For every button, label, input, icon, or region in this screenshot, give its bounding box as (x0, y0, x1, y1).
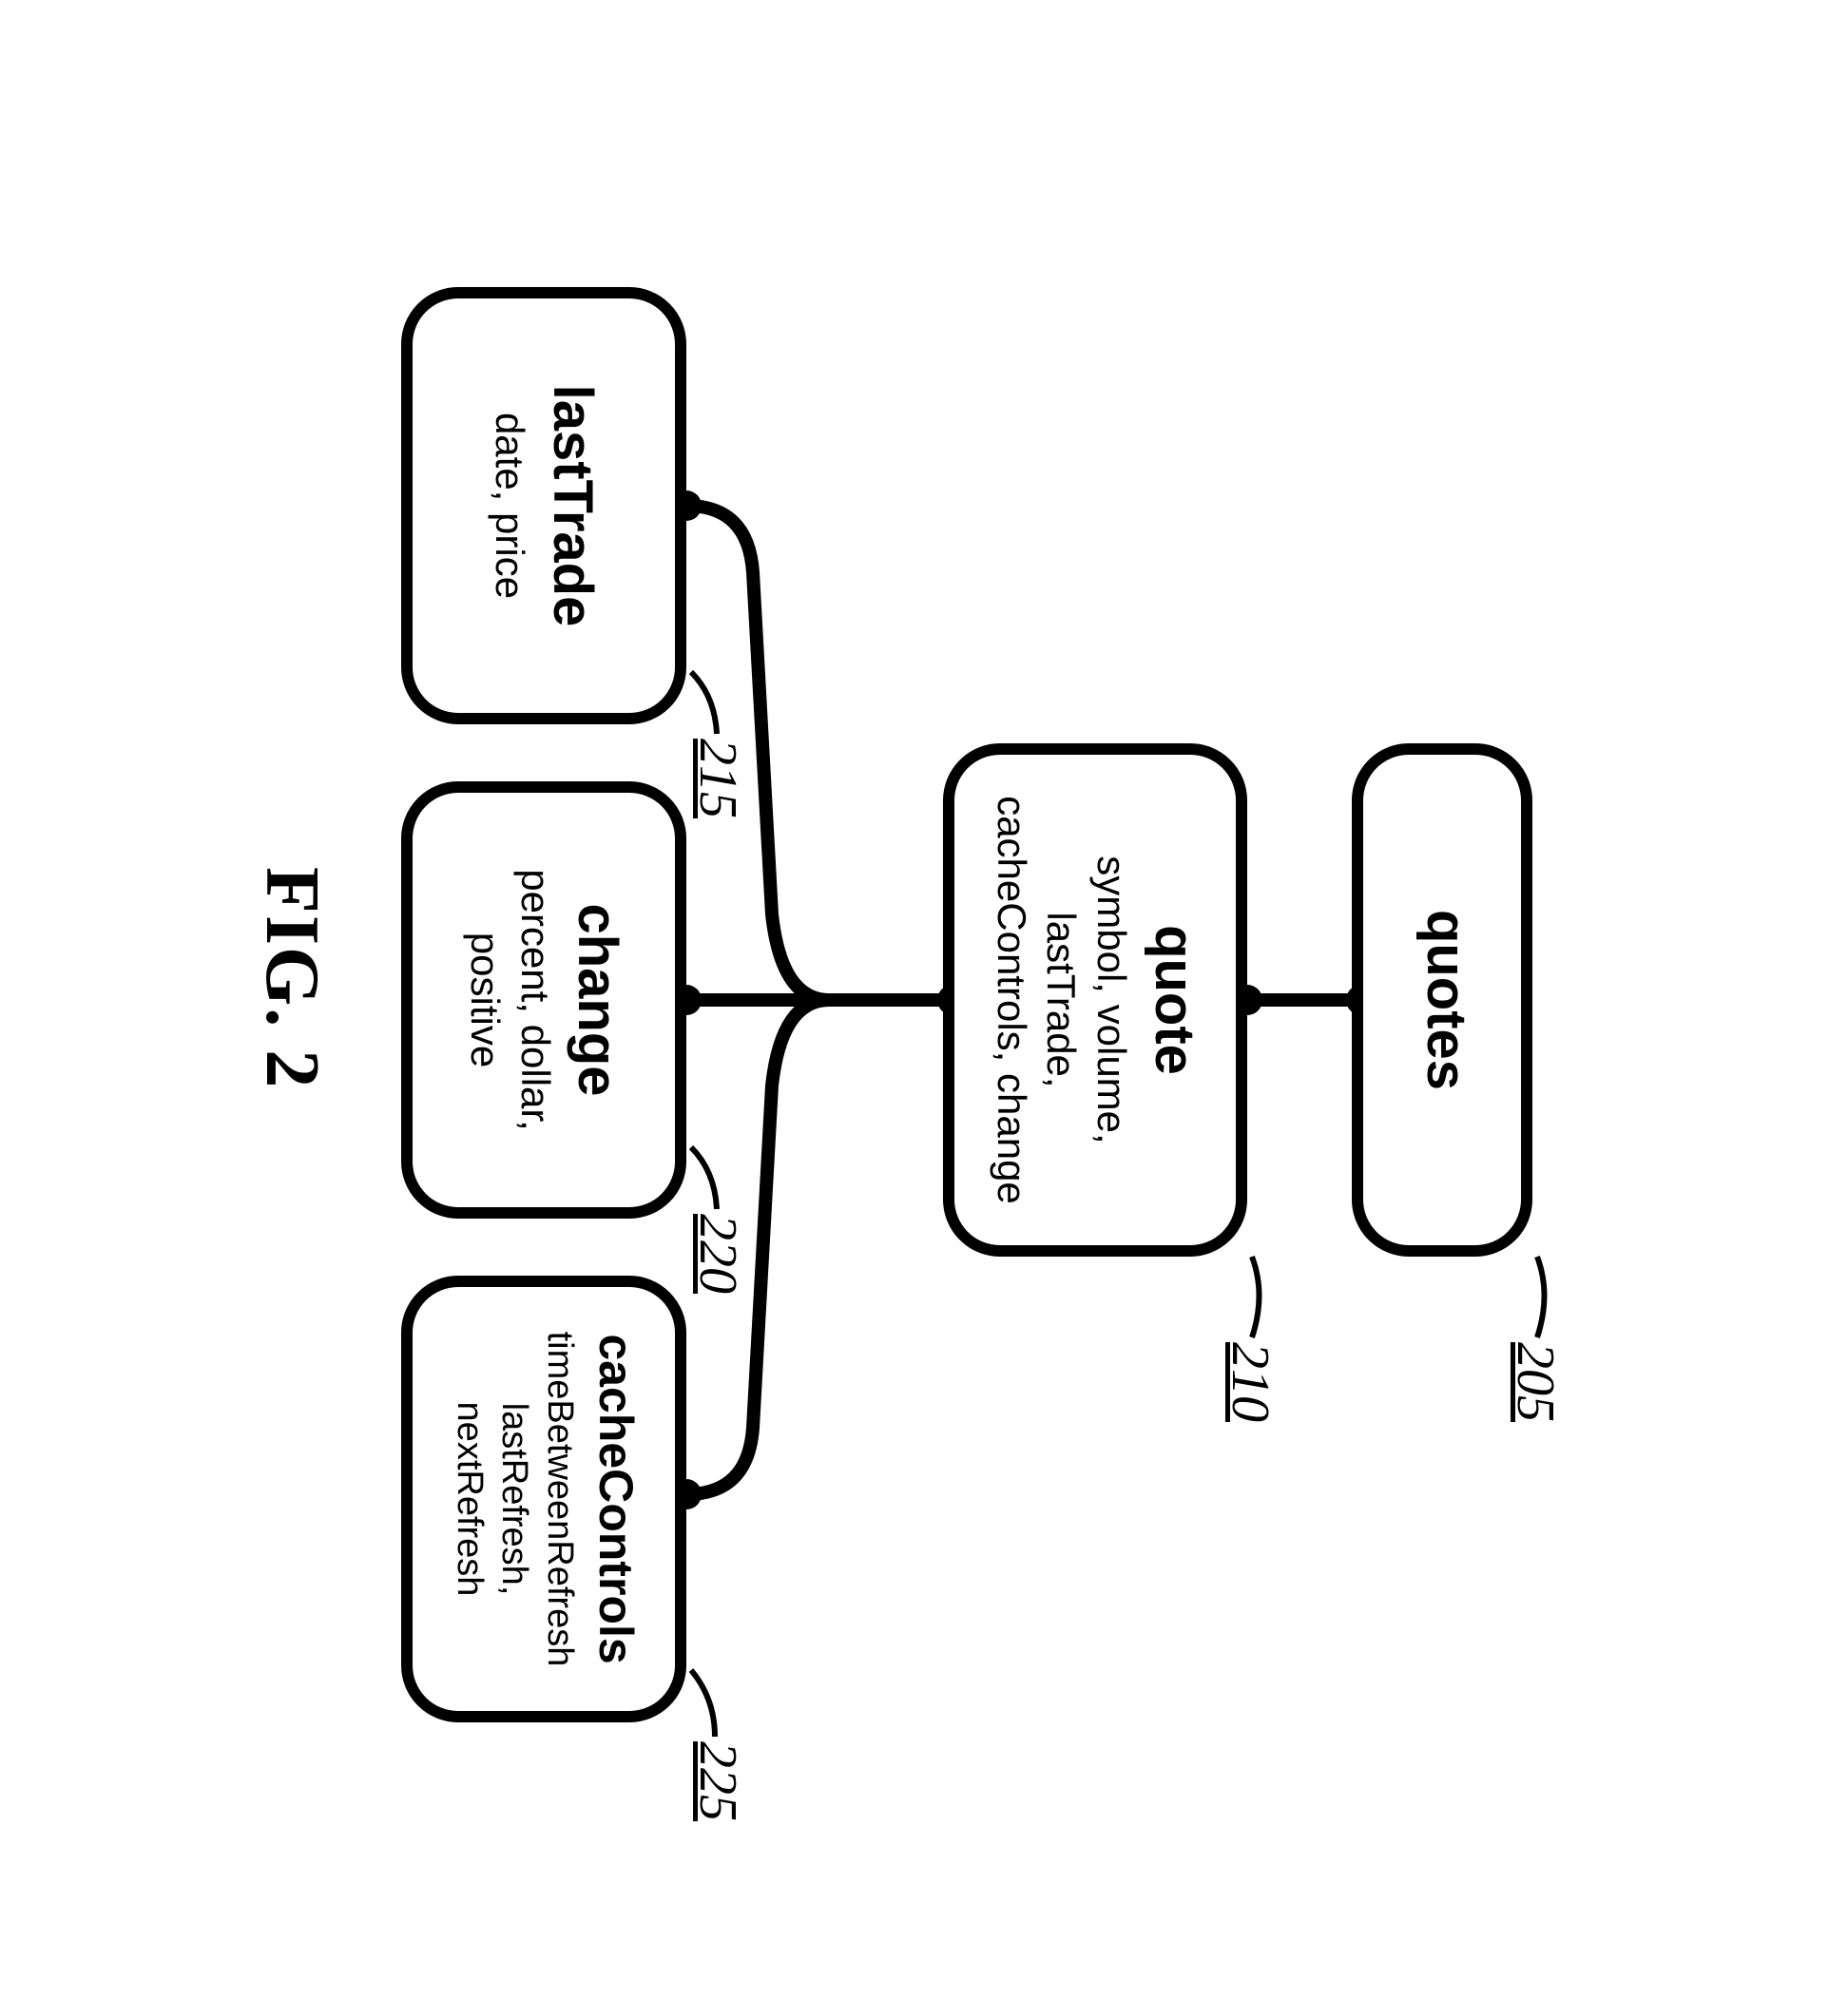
ref-225: 225 (687, 1741, 748, 1821)
ref-215: 215 (687, 739, 748, 818)
node-quote-title: quote (1144, 925, 1204, 1075)
node-change-title: change (568, 903, 628, 1096)
node-quote: quote symbol, volume, lastTrade, cacheCo… (943, 743, 1247, 1257)
node-change: change percent, dollar, positive (401, 781, 686, 1219)
figure-caption: FIG. 2 (248, 867, 335, 1089)
node-cachecontrols: cacheControls timeBetweenRefresh lastRef… (401, 1276, 686, 1722)
node-cachecontrols-attrs: timeBetweenRefresh lastRefresh, nextRefr… (446, 1306, 582, 1692)
node-cachecontrols-title: cacheControls (589, 1334, 642, 1663)
ref-220: 220 (687, 1214, 748, 1294)
node-change-attrs: percent, dollar, positive (460, 869, 560, 1131)
ref-210: 210 (1220, 1342, 1280, 1422)
node-quotes: quotes (1352, 743, 1532, 1257)
ref-205: 205 (1505, 1342, 1566, 1422)
node-quote-attrs: symbol, volume, lastTrade, cacheControls… (986, 796, 1136, 1204)
node-lasttrade-title: lastTrade (542, 384, 603, 626)
node-quotes-title: quotes (1415, 909, 1476, 1089)
diagram-stage: quotes 205 quote symbol, volume, lastTra… (259, 192, 1589, 1808)
node-lasttrade-attrs: date, price (485, 412, 535, 598)
node-lasttrade: lastTrade date, price (401, 287, 686, 724)
